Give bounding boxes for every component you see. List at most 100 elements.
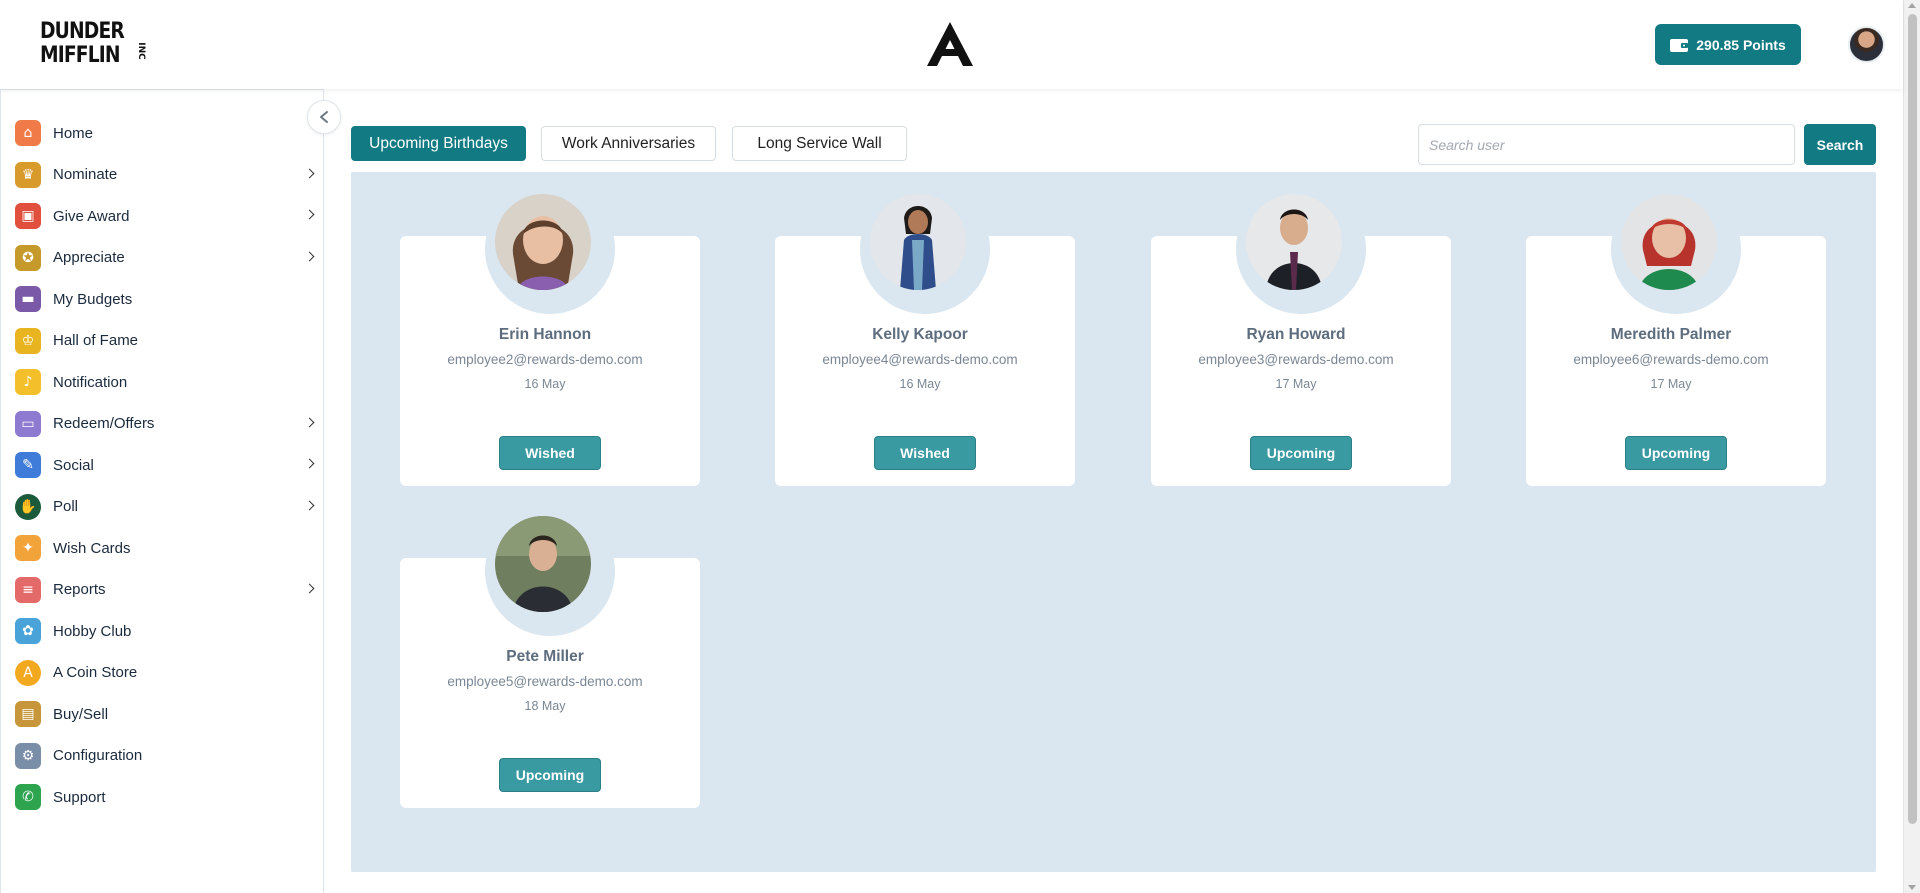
top-header: DUNDER MIFFLIN INC 290.85 Points — [0, 0, 1903, 89]
medal-icon: ✪ — [15, 244, 41, 271]
party-popper-icon: ✦ — [15, 535, 41, 561]
sidebar-collapse-button[interactable] — [307, 100, 341, 134]
sidebar-item-reports[interactable]: ≡ Reports — [15, 573, 315, 607]
employee-name: Erin Hannon — [498, 326, 592, 343]
sidebar-item-social[interactable]: ✎ Social — [15, 448, 315, 482]
home-icon: ⌂ — [15, 120, 41, 146]
employee-email: employee6@rewards-demo.com — [1573, 352, 1769, 367]
scroll-down-arrow-icon[interactable] — [1908, 885, 1916, 890]
birthday-date: 16 May — [899, 377, 941, 391]
avatar-ring — [1236, 184, 1366, 314]
logo-text-line1: DUNDER — [40, 19, 125, 44]
chevron-right-icon — [304, 168, 315, 178]
sidebar-item-label: Give Award — [53, 207, 130, 225]
avatar-ring — [860, 184, 990, 314]
sidebar-item-label: Social — [53, 456, 94, 474]
logo-text-line2: MIFFLIN — [40, 43, 121, 68]
employee-avatar — [495, 516, 591, 612]
sidebar: ⌂ Home ♛ Nominate ▣ Give Award ✪ Appreciate ▬ My … — [0, 89, 324, 893]
sidebar-item-label: Wish Cards — [53, 539, 131, 557]
tab-long-service-wall[interactable]: Long Service Wall — [732, 126, 907, 161]
employee-email: employee2@rewards-demo.com — [447, 352, 643, 367]
points-label: 290.85 Points — [1696, 36, 1786, 53]
employee-email: employee5@rewards-demo.com — [447, 674, 643, 689]
page-scrollbar[interactable] — [1903, 0, 1920, 893]
chevron-left-icon — [320, 111, 328, 123]
employee-email: employee4@rewards-demo.com — [822, 352, 1018, 367]
user-avatar[interactable] — [1848, 26, 1885, 63]
sidebar-item-wish-cards[interactable]: ✦ Wish Cards — [15, 531, 315, 565]
config-icon: ⚙ — [15, 742, 41, 769]
employee-avatar — [870, 194, 966, 290]
employee-name: Ryan Howard — [1246, 326, 1346, 343]
sidebar-item-label: Hobby Club — [53, 622, 132, 640]
upcoming-button[interactable]: Upcoming — [1625, 436, 1727, 470]
sidebar-item-redeem-offers[interactable]: ▭ Redeem/Offers — [15, 407, 315, 441]
sidebar-item-support[interactable]: ✆ Support — [15, 780, 315, 814]
sidebar-item-label: Reports — [53, 581, 106, 598]
sidebar-item-a-coin-store[interactable]: A A Coin Store — [15, 656, 315, 690]
birthday-date: 16 May — [524, 377, 566, 391]
logo-text-inc: INC — [135, 42, 146, 60]
clipboard-icon: ≡ — [15, 576, 41, 603]
brand-a-logo-icon — [927, 22, 973, 66]
sidebar-item-give-award[interactable]: ▣ Give Award — [15, 199, 315, 233]
sidebar-item-label: A Coin Store — [53, 664, 138, 681]
sidebar-item-label: Support — [53, 788, 106, 806]
scroll-up-arrow-icon[interactable] — [1908, 3, 1916, 8]
search-button[interactable]: Search — [1804, 124, 1876, 165]
company-logo[interactable]: DUNDER MIFFLIN INC — [40, 19, 146, 70]
wished-button[interactable]: Wished — [874, 436, 976, 470]
employee-name: Pete Miller — [506, 648, 584, 665]
sidebar-item-label: Buy/Sell — [53, 705, 109, 723]
trophy-icon: ♛ — [15, 161, 41, 188]
employee-card: Kelly Kapoor employee4@rewards-demo.com … — [775, 184, 1075, 486]
avatar-ring — [1611, 184, 1741, 314]
avatar-ring — [485, 506, 615, 636]
poll-icon: ✋ — [15, 493, 41, 520]
sidebar-item-label: Appreciate — [53, 249, 125, 266]
coin-icon: A — [15, 659, 41, 686]
employee-email: employee3@rewards-demo.com — [1198, 352, 1394, 367]
chevron-right-icon — [304, 458, 315, 469]
wished-button[interactable]: Wished — [499, 436, 601, 470]
chevron-right-icon — [304, 209, 315, 220]
sidebar-item-label: My Budgets — [53, 290, 133, 308]
sidebar-item-label: Redeem/Offers — [53, 415, 155, 432]
sidebar-item-buy-sell[interactable]: ▤ Buy/Sell — [15, 697, 315, 731]
sidebar-item-poll[interactable]: ✋ Poll — [15, 490, 315, 524]
chat-icon: ✎ — [15, 452, 41, 478]
points-balance-button[interactable]: 290.85 Points — [1655, 24, 1801, 65]
wallet-icon: ▬ — [15, 286, 41, 312]
search-user-input[interactable] — [1418, 124, 1795, 165]
sidebar-item-label: Configuration — [53, 747, 143, 764]
bell-icon: ♪ — [15, 369, 41, 395]
birthday-date: 18 May — [524, 699, 566, 713]
employee-card: Erin Hannon employee2@rewards-demo.com 1… — [400, 184, 700, 486]
employee-avatar — [1246, 194, 1342, 290]
sidebar-item-home[interactable]: ⌂ Home — [15, 116, 315, 150]
chevron-right-icon — [304, 417, 315, 427]
tab-upcoming-birthdays[interactable]: Upcoming Birthdays — [351, 126, 526, 161]
employee-avatar — [1621, 194, 1717, 290]
tab-work-anniversaries[interactable]: Work Anniversaries — [541, 126, 716, 161]
sidebar-item-configuration[interactable]: ⚙ Configuration — [15, 739, 315, 773]
upcoming-button[interactable]: Upcoming — [1250, 436, 1352, 470]
sidebar-item-nominate[interactable]: ♛ Nominate — [15, 158, 315, 192]
avatar-ring — [485, 184, 615, 314]
scroll-thumb[interactable] — [1908, 14, 1917, 824]
sidebar-item-hobby-club[interactable]: ✿ Hobby Club — [15, 614, 315, 648]
gift-icon: ▣ — [15, 203, 41, 229]
sidebar-item-notification[interactable]: ♪ Notification — [15, 365, 315, 399]
sidebar-item-my-budgets[interactable]: ▬ My Budgets — [15, 282, 315, 316]
employee-card: Meredith Palmer employee6@rewards-demo.c… — [1526, 184, 1826, 486]
hobby-icon: ✿ — [15, 618, 41, 644]
sidebar-item-hall-of-fame[interactable]: ♔ Hall of Fame — [15, 324, 315, 358]
phone-icon: ✆ — [15, 784, 41, 810]
shopping-bag-icon: ▤ — [15, 701, 41, 727]
chevron-right-icon — [304, 500, 315, 510]
sidebar-item-appreciate[interactable]: ✪ Appreciate — [15, 241, 315, 275]
sidebar-item-label: Notification — [53, 373, 128, 391]
upcoming-button[interactable]: Upcoming — [499, 758, 601, 792]
sidebar-item-label: Poll — [53, 498, 79, 515]
